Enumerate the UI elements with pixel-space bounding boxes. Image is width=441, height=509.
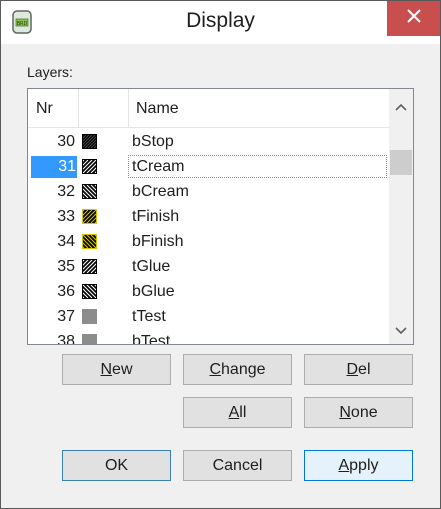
layer-number: 37: [57, 308, 75, 325]
layer-number: 31: [31, 156, 77, 178]
layer-pattern-swatch: [66, 134, 126, 149]
layer-pattern-swatch: [66, 234, 125, 249]
layer-name: tTest: [132, 308, 166, 325]
scroll-thumb[interactable]: [390, 150, 412, 175]
layer-number: 38: [57, 333, 75, 345]
layer-pattern-swatch: [66, 209, 125, 224]
layer-name: tFinish: [132, 208, 180, 225]
layer-name: bFinish: [132, 233, 184, 250]
layer-number: 32: [57, 183, 75, 200]
all-button[interactable]: All: [183, 397, 292, 428]
layer-number: 34: [57, 233, 75, 250]
scroll-down-button[interactable]: [389, 321, 413, 341]
close-button[interactable]: [387, 1, 440, 36]
none-button[interactable]: None: [304, 397, 413, 428]
change-button[interactable]: Change: [183, 354, 292, 385]
layer-pattern-swatch: [82, 309, 97, 324]
display-dialog: BRD Display Layers: Nr Name 30 bStop 31 tCr…: [0, 0, 441, 509]
layer-row[interactable]: 31 tCream: [28, 154, 389, 179]
window-title: Display: [186, 9, 255, 32]
layer-number: 30: [57, 133, 75, 150]
layer-name: bCream: [132, 183, 189, 200]
apply-button[interactable]: Apply: [304, 450, 413, 481]
layer-pattern-swatch: [82, 334, 97, 344]
layer-number: 33: [57, 208, 75, 225]
layer-rows: 30 bStop 31 tCream 32 bCream 33 tFinish 34 bFinis…: [28, 129, 389, 345]
layer-name: bStop: [132, 133, 174, 150]
layer-pattern-swatch: [66, 259, 125, 274]
column-header-name[interactable]: Name: [136, 89, 179, 128]
layer-row[interactable]: 32 bCream: [28, 179, 389, 204]
cancel-button[interactable]: Cancel: [183, 450, 292, 481]
layers-label: Layers:: [27, 64, 73, 80]
layer-name: tGlue: [132, 258, 171, 275]
layer-row[interactable]: 37 tTest: [28, 304, 389, 329]
layer-number: 36: [57, 283, 75, 300]
layer-name: bTest: [132, 333, 171, 345]
ok-button[interactable]: OK: [62, 450, 171, 481]
close-icon: [406, 9, 421, 28]
layer-row[interactable]: 36 bGlue: [28, 279, 389, 304]
layer-row[interactable]: 35 tGlue: [28, 254, 389, 279]
scroll-up-button[interactable]: [389, 97, 413, 117]
layer-row[interactable]: 34 bFinish: [28, 229, 389, 254]
new-button[interactable]: New: [62, 354, 171, 385]
chevron-up-icon: [395, 98, 407, 116]
list-header: Nr Name: [28, 89, 389, 128]
title-bar: BRD Display: [1, 1, 440, 44]
del-button[interactable]: Del: [304, 354, 413, 385]
layer-row[interactable]: 30 bStop: [28, 129, 389, 154]
layer-number: 35: [57, 258, 75, 275]
layer-row[interactable]: 33 tFinish: [28, 204, 389, 229]
layer-name: bGlue: [132, 283, 175, 300]
layer-name: tCream: [132, 158, 185, 175]
column-header-nr[interactable]: Nr: [36, 89, 53, 128]
chevron-down-icon: [395, 322, 407, 340]
layer-pattern-swatch: [66, 284, 125, 299]
vertical-scrollbar[interactable]: [389, 89, 413, 344]
layer-pattern-swatch: [66, 184, 125, 199]
layer-pattern-swatch: [66, 159, 125, 174]
layer-row[interactable]: 38 bTest: [28, 329, 389, 345]
layers-list[interactable]: Nr Name 30 bStop 31 tCream 32 bCream 33 tFinish…: [27, 88, 414, 345]
